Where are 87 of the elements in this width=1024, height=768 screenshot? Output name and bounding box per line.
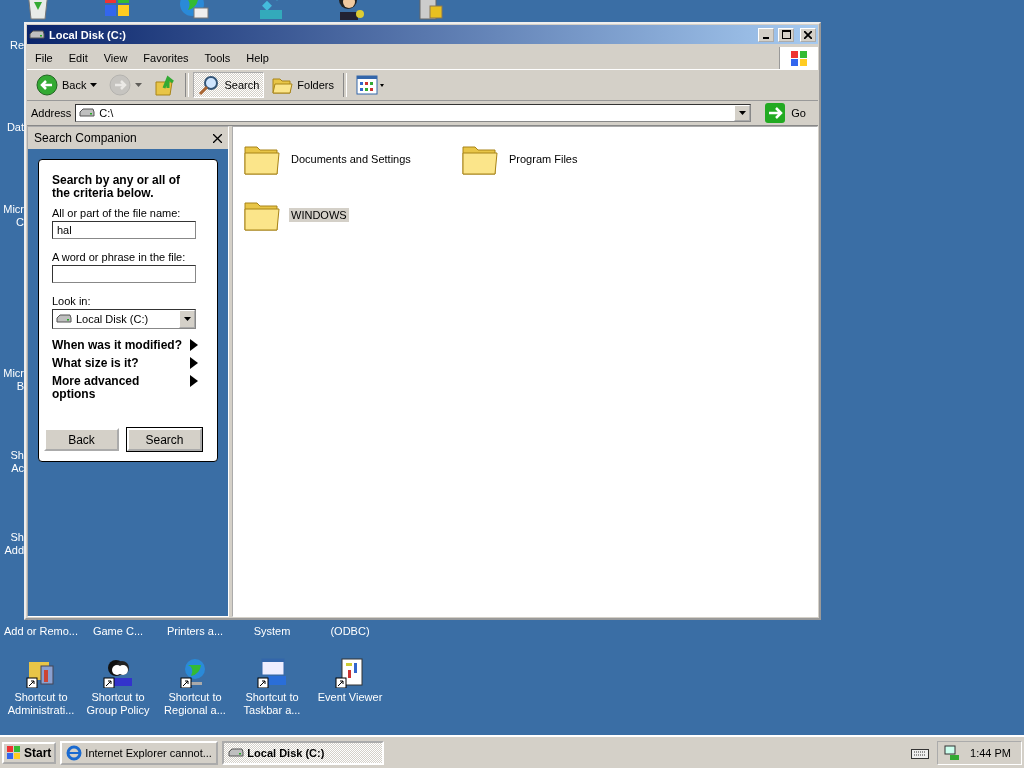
- menu-item[interactable]: Favorites: [135, 48, 197, 67]
- drive-icon: [29, 29, 45, 40]
- back-button[interactable]: Back: [44, 428, 119, 451]
- option-link[interactable]: When was it modified?: [52, 339, 198, 352]
- icon-label: Regional a...: [164, 704, 226, 717]
- icon-label: Micr: [2, 367, 24, 380]
- icon-label: Shortcut to: [167, 691, 223, 704]
- icon-label: Shortcut to: [244, 691, 300, 704]
- icon-label: Add: [3, 544, 24, 557]
- icon-label: Game C...: [91, 625, 145, 637]
- triangle-icon: [190, 375, 198, 387]
- views-grid-icon: [356, 75, 386, 95]
- search-heading: Search by any or all of the criteria below.: [52, 174, 182, 200]
- windows-flag-icon: [7, 745, 21, 760]
- icon-label: Administrati...: [7, 704, 75, 717]
- caret-icon: [738, 111, 746, 115]
- field-label: All or part of the file name:: [52, 207, 182, 219]
- close-button[interactable]: [800, 27, 816, 42]
- icon-label: Group Policy: [86, 704, 150, 717]
- event-log-icon[interactable]: [334, 656, 366, 688]
- caret-icon: [183, 317, 191, 321]
- icon-label: System: [252, 625, 292, 637]
- taskbar-button[interactable]: Internet Explorer cannot...: [60, 740, 219, 765]
- folder-name[interactable]: WINDOWS: [289, 208, 349, 222]
- start-button[interactable]: Start: [2, 741, 57, 764]
- minimize-button[interactable]: [758, 27, 774, 42]
- address-field[interactable]: C:\: [75, 104, 752, 122]
- go-button[interactable]: Go: [755, 103, 814, 123]
- window-title: Local Disk (C:): [49, 28, 127, 41]
- icon-label: Add or Remo...: [3, 625, 79, 637]
- caret-icon: [135, 83, 143, 87]
- icon-label: Taskbar a...: [243, 704, 301, 717]
- drive-icon: [56, 314, 72, 324]
- close-icon: [213, 134, 222, 143]
- go-arrow-icon: [765, 103, 786, 123]
- triangle-icon: [190, 357, 198, 369]
- icon-label: Re: [8, 39, 24, 52]
- network-computer-icon[interactable]: [944, 744, 961, 761]
- caret-icon: [90, 83, 98, 87]
- icon-label: Sh: [9, 449, 24, 462]
- menu-item[interactable]: Tools: [196, 48, 239, 67]
- icon-label: Shortcut to: [90, 691, 146, 704]
- icon-label: Shortcut to: [13, 691, 69, 704]
- icon-label: Dat: [5, 121, 24, 134]
- taskbar-button[interactable]: Local Disk (C:): [222, 740, 385, 765]
- search-button[interactable]: Search: [127, 428, 202, 451]
- file-name-field[interactable]: hal: [52, 221, 196, 239]
- maximize-button[interactable]: [778, 27, 794, 42]
- browser-e-icon: [66, 744, 83, 761]
- phrase-field[interactable]: [52, 265, 196, 283]
- search-icon: [198, 74, 221, 96]
- keyboard-icon[interactable]: [911, 746, 930, 759]
- folder-name[interactable]: Documents and Settings: [289, 152, 413, 166]
- drive-icon: [228, 747, 245, 758]
- icon-label: Sh: [9, 531, 24, 544]
- menu-item[interactable]: File: [27, 48, 61, 67]
- search-button[interactable]: Search: [193, 72, 265, 98]
- icon-label: Micr: [2, 203, 24, 216]
- field-label: Look in:: [52, 295, 92, 307]
- icon-label: B: [15, 380, 24, 393]
- option-link[interactable]: What size is it?: [52, 357, 198, 370]
- menu-item[interactable]: Edit: [60, 48, 96, 67]
- option-link[interactable]: More advanced options: [52, 375, 198, 401]
- folders-button[interactable]: Folders: [266, 72, 339, 98]
- icon-label: Event Viewer: [317, 691, 383, 704]
- folder-icon: [271, 75, 294, 95]
- address-label: Address: [31, 107, 72, 119]
- triangle-icon: [190, 339, 198, 351]
- icon-label: Ac: [10, 462, 24, 475]
- look-in-dropdown[interactable]: Local Disk (C:): [52, 309, 196, 329]
- icon-label: C: [15, 216, 24, 229]
- icon-label: (ODBC): [329, 625, 371, 637]
- pane-title: Search Companion: [34, 131, 137, 145]
- dropdown-button[interactable]: [734, 105, 751, 121]
- field-label: A word or phrase in the file:: [52, 251, 187, 263]
- menu-item[interactable]: View: [95, 48, 136, 67]
- maximize-icon: [781, 30, 791, 39]
- drive-icon: [79, 108, 96, 118]
- clock: 1:44 PM: [970, 746, 1011, 759]
- windows-flag-icon: [789, 48, 809, 67]
- minimize-icon: [763, 36, 769, 39]
- back-button[interactable]: Back: [31, 72, 103, 98]
- folder-name[interactable]: Program Files: [507, 152, 580, 166]
- icon-label: Printers a...: [165, 625, 225, 637]
- close-icon: [804, 30, 812, 39]
- taskbar-window-icon[interactable]: [256, 656, 288, 688]
- menu-item[interactable]: Help: [238, 48, 277, 67]
